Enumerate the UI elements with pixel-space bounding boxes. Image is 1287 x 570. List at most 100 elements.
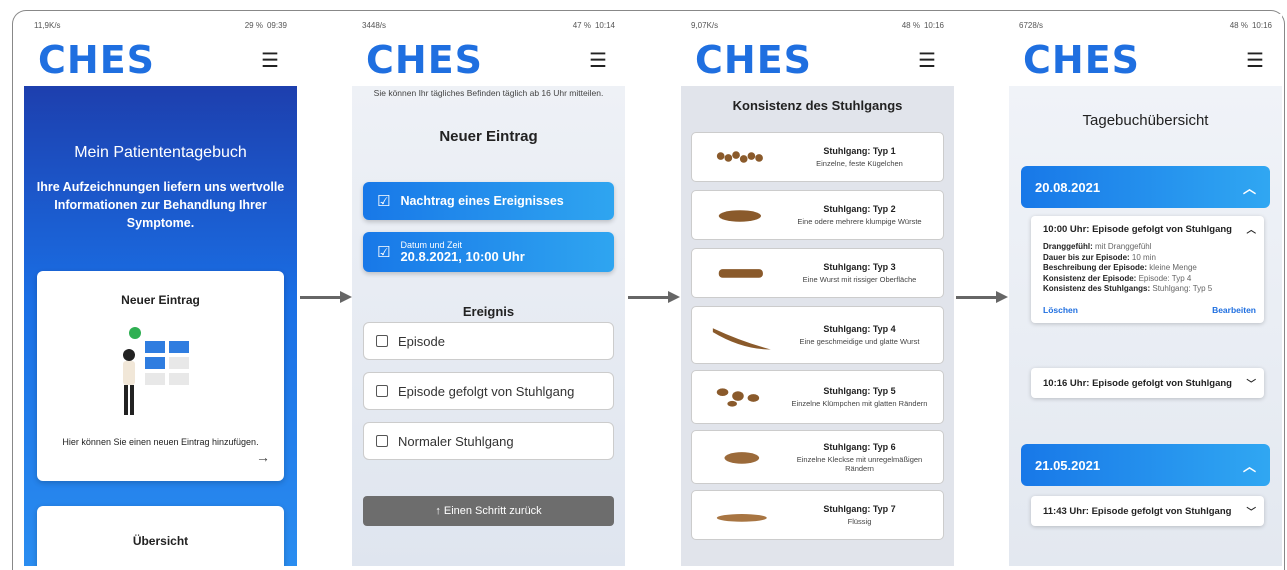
stool-type-5-icon <box>716 388 760 407</box>
new-entry-card[interactable]: Neuer Eintrag Hier können Sie einen neue… <box>37 271 284 481</box>
detail-value: Episode: Typ 4 <box>1138 273 1192 283</box>
date-time-button[interactable]: ☑ Datum und Zeit 20.8.2021, 10:00 Uhr <box>363 232 614 272</box>
clock: 10:16 <box>1251 20 1272 30</box>
option-label: Normaler Stuhlgang <box>398 433 514 449</box>
stool-type-5[interactable]: Stuhlgang: Typ 5 Einzelne Klümpchen mit g… <box>691 370 944 424</box>
arrow-right-icon[interactable]: → <box>256 449 270 465</box>
page-title: Tagebuchübersicht <box>1082 112 1209 129</box>
phone-screen-consistency: 9,07K/s 48 % 10:16 CHES ☰ Konsistenz des … <box>681 14 954 566</box>
stool-type-1-icon <box>716 151 763 163</box>
option-episode[interactable]: Episode <box>363 322 614 360</box>
network-speed: 3448/s <box>362 20 387 30</box>
stool-type-6[interactable]: Stuhlgang: Typ 6 Einzelne Kleckse mit unr… <box>691 430 944 484</box>
stool-type-desc: Flüssig <box>847 517 872 526</box>
battery-level: 47 % <box>572 20 591 30</box>
chevron-down-icon[interactable]: ﹀ <box>1246 376 1256 390</box>
app-header: CHES ☰ <box>352 36 625 84</box>
check-icon: ☑ <box>377 244 391 261</box>
stool-type-2[interactable]: Stuhlgang: Typ 2 Eine odere mehrere klump… <box>691 190 944 240</box>
diary-overview-content: Tagebuchübersicht 20.08.2021 ︿ 10:00 Uhr… <box>1009 86 1282 566</box>
delete-link[interactable]: Löschen <box>1043 305 1078 315</box>
entry-header: 10:16 Uhr: Episode gefolgt von Stuhlgang <box>1043 377 1232 389</box>
stool-type-7[interactable]: Stuhlgang: Typ 7 Flüssig <box>691 490 944 540</box>
entry-header: 11:43 Uhr: Episode gefolgt von Stuhlgang <box>1043 505 1232 517</box>
app-logo[interactable]: CHES <box>1023 41 1140 79</box>
detail-key: Konsistenz der Episode: <box>1043 273 1137 283</box>
page-title: Konsistenz des Stuhlgangs <box>732 98 903 113</box>
home-content: Mein Patiententagebuch Ihre Aufzeichnung… <box>24 86 297 566</box>
stool-type-title: Stuhlgang: Typ 4 <box>823 324 896 334</box>
stool-type-title: Stuhlgang: Typ 5 <box>823 386 896 396</box>
stool-type-title: Stuhlgang: Typ 6 <box>823 441 896 452</box>
chevron-up-icon[interactable]: ︿ <box>1246 222 1256 236</box>
battery-level: 48 % <box>901 20 920 30</box>
stool-type-4-icon <box>712 328 771 350</box>
page-title: Neuer Eintrag <box>439 128 538 145</box>
check-icon: ☑ <box>377 193 391 210</box>
clock: 10:16 <box>923 20 944 30</box>
app-header: CHES ☰ <box>1009 36 1282 84</box>
option-normaler-stuhlgang[interactable]: Normaler Stuhlgang <box>363 422 614 460</box>
date-group-header[interactable]: 20.08.2021 ︿ <box>1021 166 1270 208</box>
app-logo[interactable]: CHES <box>695 41 812 79</box>
clock: 10:14 <box>594 20 615 30</box>
stool-type-1[interactable]: Stuhlgang: Typ 1 Einzelne, feste Kügelche… <box>691 132 944 182</box>
battery-level: 48 % <box>1229 20 1248 30</box>
detail-value: kleine Menge <box>1149 263 1197 272</box>
detail-value: mit Dranggefühl <box>1095 242 1152 251</box>
app-header: CHES ☰ <box>681 36 954 84</box>
option-episode-stuhlgang[interactable]: Episode gefolgt von Stuhlgang <box>363 372 614 410</box>
phone-screen-diary-overview: 6728/s 48 % 10:16 CHES ☰ Tagebuchübersich… <box>1009 14 1282 566</box>
detail-key: Konsistenz des Stuhlgangs: <box>1043 284 1151 293</box>
person-checklist-illustration-icon <box>123 327 189 415</box>
stool-type-2-icon <box>718 210 761 222</box>
app-logo[interactable]: CHES <box>366 41 483 79</box>
stool-type-title: Stuhlgang: Typ 3 <box>823 262 896 272</box>
consistency-content: Konsistenz des Stuhlgangs Stuhlgang: Typ… <box>681 86 954 566</box>
stool-type-desc: Eine odere mehrere klumpige Würste <box>797 217 922 226</box>
hamburger-menu-icon[interactable]: ☰ <box>1242 44 1268 77</box>
option-label: Episode gefolgt von Stuhlgang <box>398 383 575 399</box>
option-label: Episode <box>398 333 445 349</box>
back-button[interactable]: ↑ Einen Schritt zurück <box>363 496 614 526</box>
edit-link[interactable]: Bearbeiten <box>1212 305 1256 315</box>
diary-entry-collapsed[interactable]: 11:43 Uhr: Episode gefolgt von Stuhlgang… <box>1031 496 1264 526</box>
diary-entry-expanded[interactable]: 10:00 Uhr: Episode gefolgt von Stuhlgang… <box>1031 216 1264 323</box>
stool-type-desc: Einzelne, feste Kügelchen <box>816 159 903 168</box>
section-title: Ereignis <box>462 304 515 319</box>
chevron-up-icon[interactable]: ︿ <box>1243 456 1256 475</box>
detail-key: Dranggefühl: <box>1043 242 1093 251</box>
nachtrag-button[interactable]: ☑ Nachtrag eines Ereignisses <box>363 182 614 220</box>
flow-arrow-2 <box>628 296 668 299</box>
diary-entry-collapsed[interactable]: 10:16 Uhr: Episode gefolgt von Stuhlgang… <box>1031 368 1264 398</box>
clock: 09:39 <box>266 20 287 30</box>
stool-type-6-icon <box>724 452 760 464</box>
stool-type-3[interactable]: Stuhlgang: Typ 3 Eine Wurst mit rissiger … <box>691 248 944 298</box>
stool-type-4[interactable]: Stuhlgang: Typ 4 Eine geschmeidige und gl… <box>691 306 944 364</box>
stool-type-title: Stuhlgang: Typ 7 <box>823 504 896 514</box>
info-text: Sie können Ihr tägliches Befinden täglic… <box>373 88 604 98</box>
hamburger-menu-icon[interactable]: ☰ <box>914 44 940 77</box>
date-group-header[interactable]: 21.05.2021 ︿ <box>1021 444 1270 486</box>
overview-card[interactable]: Übersicht <box>37 506 284 566</box>
flow-arrow-1 <box>300 296 340 299</box>
chevron-up-icon[interactable]: ︿ <box>1243 178 1256 197</box>
flow-arrow-3-head <box>996 291 1008 303</box>
network-speed: 6728/s <box>1019 20 1044 30</box>
overview-card-title: Übersicht <box>132 534 189 548</box>
new-entry-hint: Hier können Sie einen neuen Eintrag hinz… <box>62 437 259 447</box>
checkbox-icon <box>376 385 388 397</box>
entry-header: 10:00 Uhr: Episode gefolgt von Stuhlgang <box>1043 223 1232 235</box>
flow-arrow-1-head <box>340 291 352 303</box>
hamburger-menu-icon[interactable]: ☰ <box>257 44 283 77</box>
chevron-down-icon[interactable]: ﹀ <box>1246 504 1256 518</box>
app-header: CHES ☰ <box>24 36 297 84</box>
app-logo[interactable]: CHES <box>38 41 155 79</box>
stool-type-3-icon <box>718 269 763 278</box>
new-entry-card-title: Neuer Eintrag <box>121 293 200 307</box>
hamburger-menu-icon[interactable]: ☰ <box>585 44 611 77</box>
stool-type-desc: Einzelne Kleckse mit unregelmäßigen Ränd… <box>796 454 923 473</box>
date-label: 21.05.2021 <box>1035 457 1101 473</box>
checkbox-icon <box>376 335 388 347</box>
stool-type-desc: Eine Wurst mit rissiger Oberfläche <box>802 275 917 284</box>
